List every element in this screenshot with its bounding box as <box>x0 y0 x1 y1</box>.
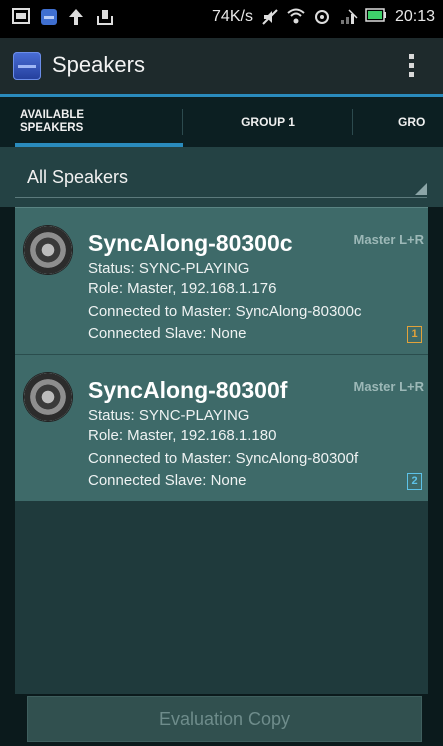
speaker-name: SyncAlong-80300c <box>88 230 293 256</box>
tab-label: GROUP 1 <box>241 115 295 129</box>
battery-icon <box>365 8 387 26</box>
tab-bar: AVAILABLE SPEAKERS GROUP 1 GRO <box>0 97 443 147</box>
app-logo-icon[interactable] <box>13 52 41 80</box>
speaker-channel: Master L+R <box>353 232 424 247</box>
upload-arrow-icon <box>68 8 86 26</box>
download-tray-icon <box>96 8 114 26</box>
tab-group-1[interactable]: GROUP 1 <box>183 97 353 147</box>
speaker-card[interactable]: SyncAlong-80300f Master L+R Status: SYNC… <box>15 355 428 502</box>
speaker-icon <box>24 373 72 421</box>
evaluation-copy-button[interactable]: Evaluation Copy <box>27 696 422 742</box>
clock: 20:13 <box>394 8 435 25</box>
gallery-icon <box>12 8 30 26</box>
mute-icon <box>261 8 279 26</box>
app-notification-icon <box>40 8 58 26</box>
overflow-menu-icon[interactable] <box>409 54 415 78</box>
filter-selected-value: All Speakers <box>27 167 129 187</box>
page-title: Speakers <box>52 52 145 77</box>
tab-available-speakers[interactable]: AVAILABLE SPEAKERS <box>15 97 183 147</box>
speaker-filter-dropdown[interactable]: All Speakers <box>15 159 427 198</box>
app-bar: Speakers <box>0 38 443 97</box>
speaker-connected-master: Connected to Master: SyncAlong-80300f <box>88 450 359 467</box>
speaker-group-badge: 2 <box>407 473 422 490</box>
list-empty-area <box>15 501 428 694</box>
signal-icon <box>339 8 358 26</box>
speaker-card[interactable]: SyncAlong-80300c Master L+R Status: SYNC… <box>15 207 428 355</box>
status-bar: 74K/s 20:13 <box>0 0 443 38</box>
sync-icon <box>313 8 331 26</box>
speaker-name: SyncAlong-80300f <box>88 377 288 403</box>
speaker-list: SyncAlong-80300c Master L+R Status: SYNC… <box>15 207 428 502</box>
filter-bar: All Speakers <box>0 147 443 207</box>
net-speed: 74K/s <box>212 8 253 25</box>
dropdown-corner-icon <box>415 183 427 195</box>
speaker-connected-slave: Connected Slave: None <box>88 472 247 489</box>
speaker-status: Status: SYNC-PLAYING <box>88 260 250 277</box>
tab-label: GRO <box>398 115 426 129</box>
speaker-connected-master: Connected to Master: SyncAlong-80300c <box>88 303 362 320</box>
tab-label: AVAILABLE SPEAKERS <box>20 109 85 134</box>
speaker-icon <box>24 226 72 274</box>
speaker-status: Status: SYNC-PLAYING <box>88 407 250 424</box>
tab-group-2[interactable]: GRO <box>353 97 443 147</box>
speaker-group-badge: 1 <box>407 326 422 343</box>
speaker-role: Role: Master, 192.168.1.180 <box>88 427 277 444</box>
speaker-channel: Master L+R <box>353 379 424 394</box>
speaker-role: Role: Master, 192.168.1.176 <box>88 280 277 297</box>
speaker-connected-slave: Connected Slave: None <box>88 325 247 342</box>
wifi-icon <box>287 8 305 26</box>
